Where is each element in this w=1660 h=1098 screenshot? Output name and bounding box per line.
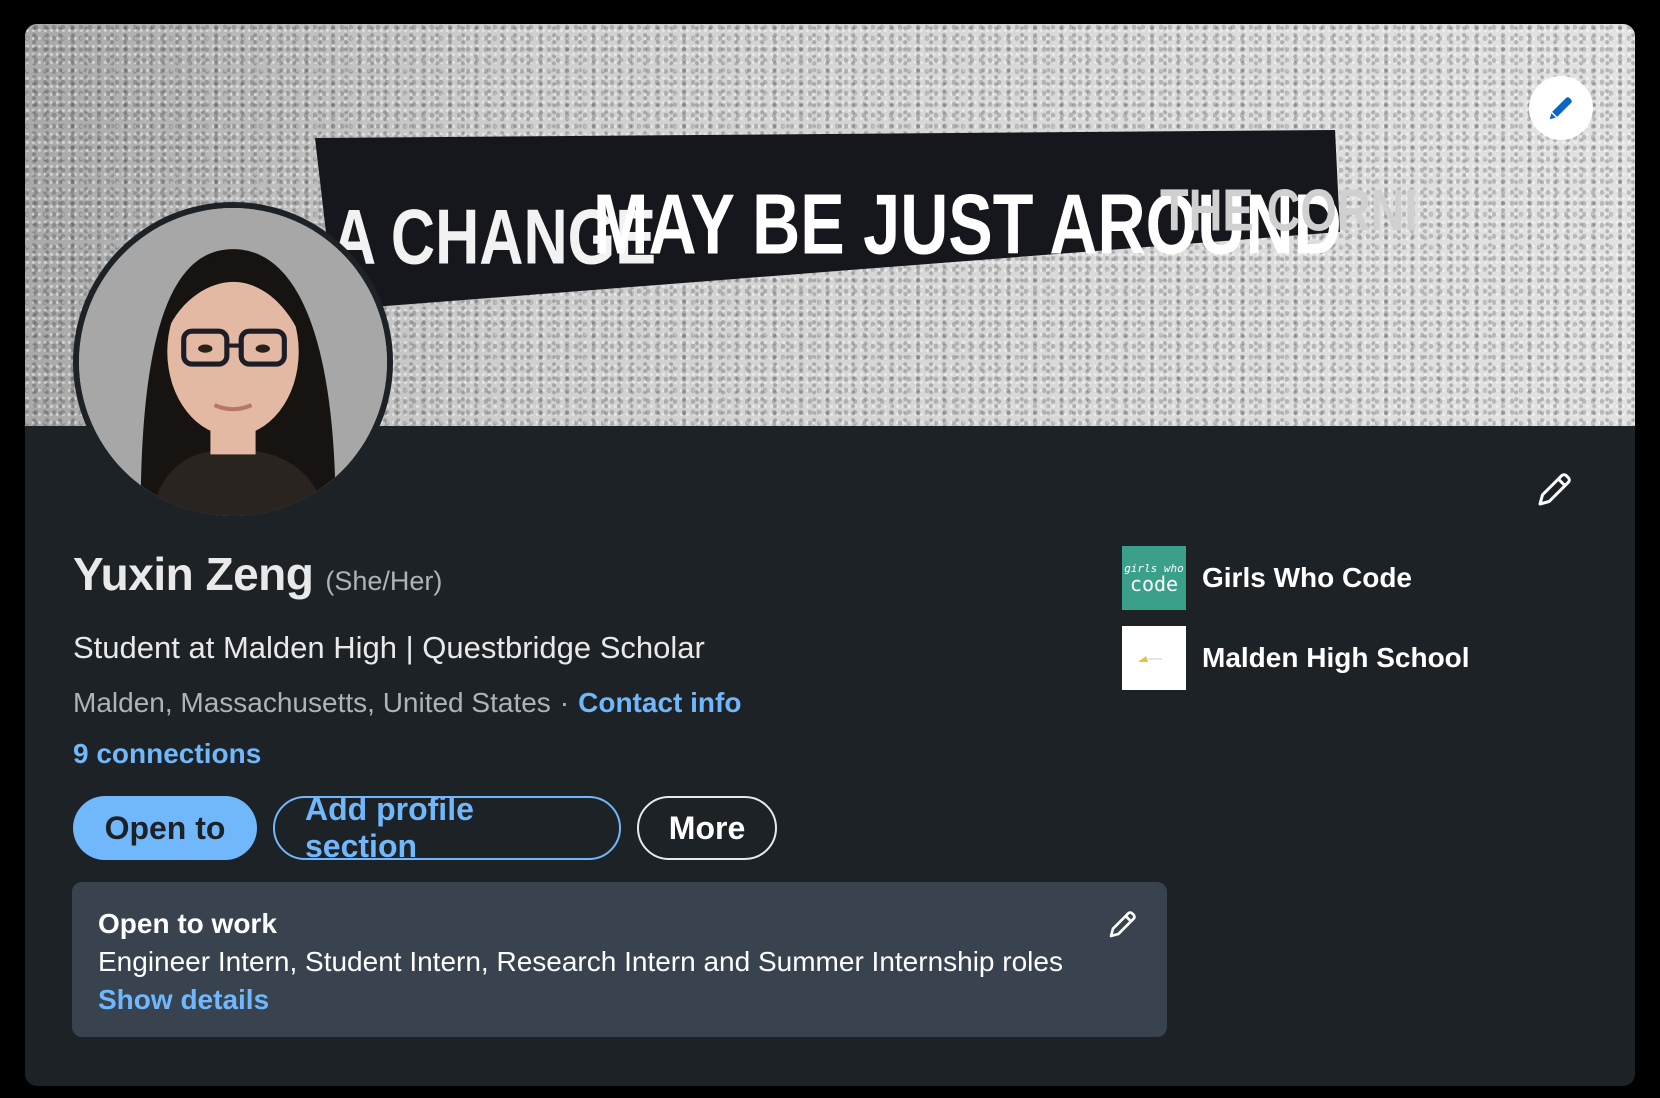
profile-location: Malden, Massachusetts, United States — [73, 687, 551, 718]
open-to-button[interactable]: Open to — [73, 796, 257, 860]
open-to-work-roles: Engineer Intern, Student Intern, Researc… — [98, 946, 1063, 977]
profile-card: A CHANGE MAY BE JUST AROUND THE CORNER — [25, 24, 1635, 1086]
pencil-icon — [1549, 97, 1572, 120]
edit-intro-button[interactable] — [1530, 464, 1580, 514]
girls-who-code-logo: girls who code — [1122, 546, 1186, 610]
contact-info-link[interactable]: Contact info — [578, 687, 741, 719]
open-to-work-card: Open to work Engineer Intern, Student In… — [72, 882, 1167, 1037]
separator-dot: · — [559, 687, 570, 718]
profile-avatar[interactable] — [73, 202, 393, 522]
edit-banner-button[interactable] — [1529, 76, 1593, 140]
profile-actions: Open to Add profile section More — [73, 791, 777, 864]
more-button[interactable]: More — [637, 796, 777, 860]
org-name: Malden High School — [1202, 642, 1470, 673]
banner-text-3: THE CORNER — [1160, 177, 1415, 244]
org-name: Girls Who Code — [1202, 562, 1412, 593]
show-details-link[interactable]: Show details — [98, 984, 1141, 1016]
organizations-list: girls who code Girls Who Code Malden Hig… — [1122, 546, 1470, 706]
add-profile-section-button[interactable]: Add profile section — [273, 791, 621, 864]
open-to-work-title: Open to work — [98, 908, 277, 939]
pencil-icon — [1538, 473, 1571, 506]
profile-name: Yuxin Zeng — [73, 548, 314, 600]
pencil-icon — [1109, 911, 1136, 938]
edit-open-to-work-button[interactable] — [1103, 904, 1143, 944]
avatar-photo — [79, 208, 387, 516]
profile-pronouns: (She/Her) — [325, 566, 443, 596]
malden-high-school-logo — [1122, 626, 1186, 690]
org-item-malden-high-school[interactable]: Malden High School — [1122, 626, 1470, 690]
name-row: Yuxin Zeng (She/Her) — [73, 547, 442, 601]
location-row: Malden, Massachusetts, United States · C… — [73, 687, 741, 719]
org-item-girls-who-code[interactable]: girls who code Girls Who Code — [1122, 546, 1470, 610]
connections-link[interactable]: 9 connections — [73, 738, 261, 770]
profile-headline: Student at Malden High | Questbridge Sch… — [73, 630, 705, 665]
banner-text-stripe: A CHANGE MAY BE JUST AROUND THE CORNER — [305, 120, 1415, 320]
